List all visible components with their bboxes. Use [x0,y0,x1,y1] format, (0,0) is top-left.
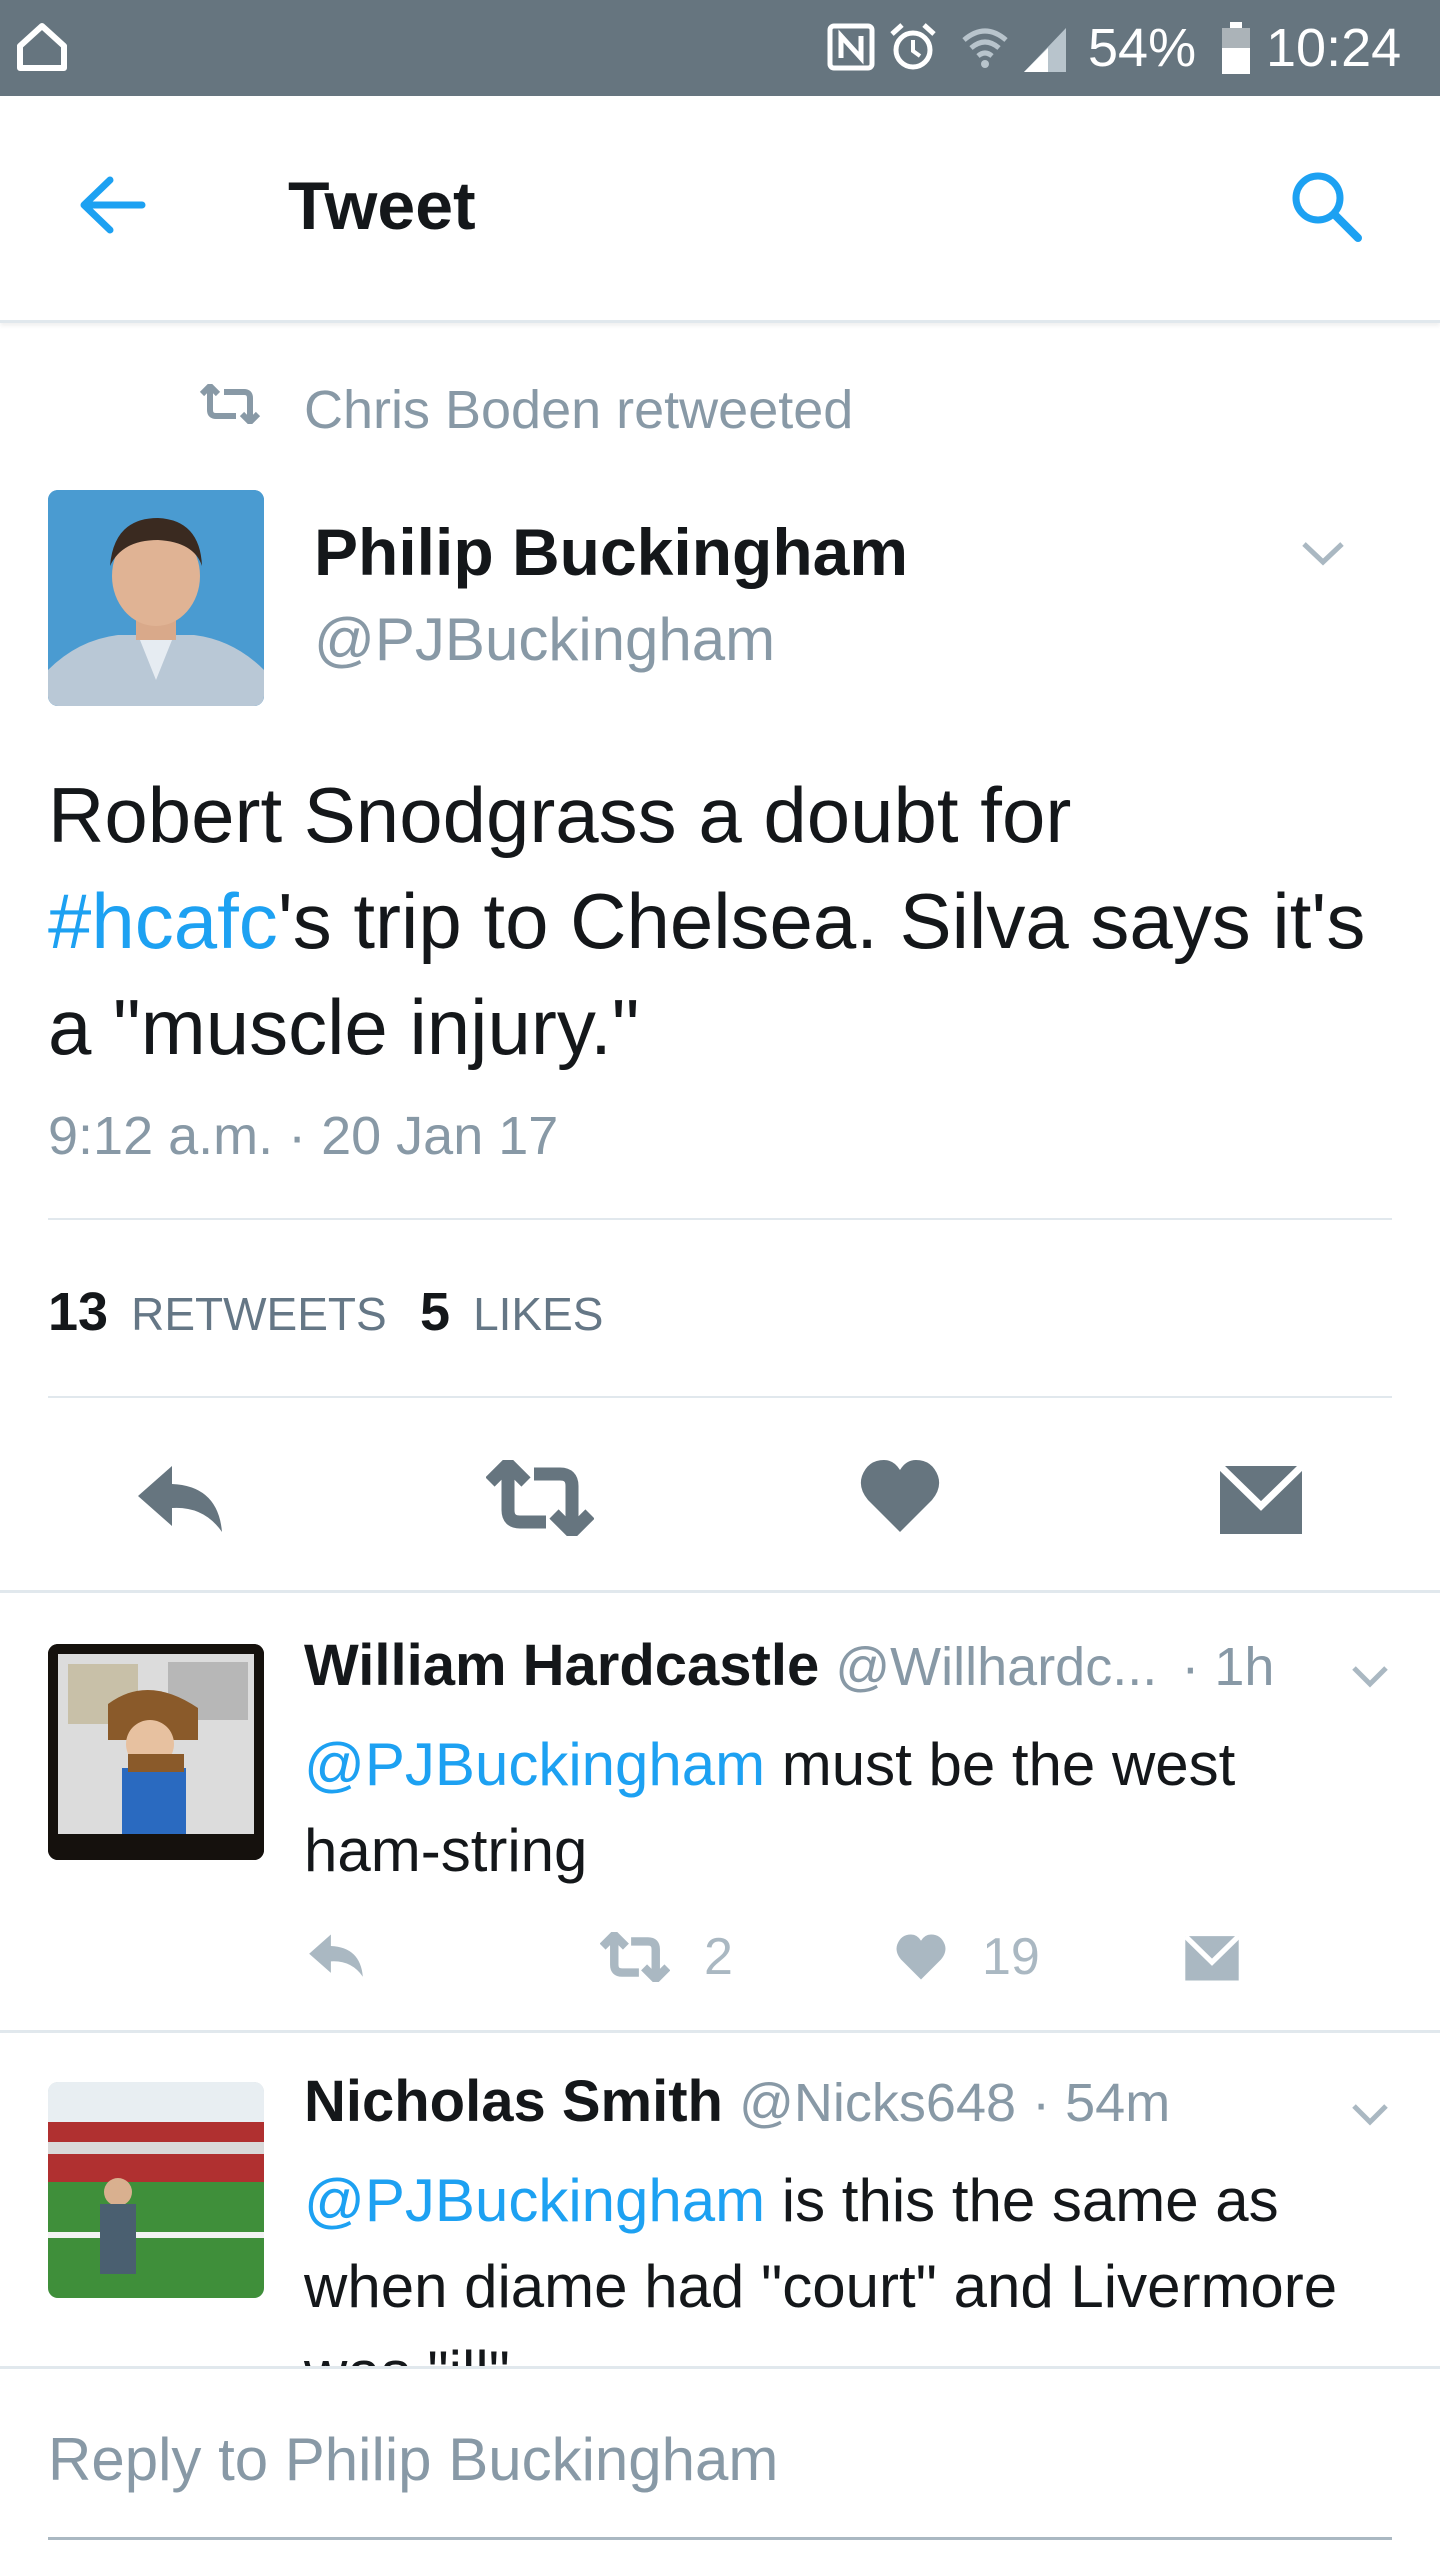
reply-icon[interactable] [134,1462,226,1534]
clock: 10:24 [1266,18,1402,78]
battery-percent: 54% [1088,18,1197,78]
author-avatar[interactable] [48,490,264,706]
divider [48,1218,1392,1220]
portrait-image [48,490,264,706]
signal-icon [1024,28,1066,72]
chevron-down-icon[interactable] [1350,1664,1390,1690]
tweet-text-fragment: 's trip to Chelsea. Silva says it's [277,877,1366,965]
battery-icon [1222,22,1250,74]
nfc-icon [827,23,875,71]
reply-author-name[interactable]: William Hardcastle [304,1633,819,1698]
page-title: Tweet [288,168,476,244]
likes-label: LIKES [473,1288,604,1340]
reply-header: Nicholas Smith @Nicks648 · 54m [304,2068,1170,2137]
reply-author-name[interactable]: Nicholas Smith [304,2069,723,2134]
like-heart-icon[interactable] [858,1456,942,1536]
reply-avatar-image [48,2082,264,2298]
reply-text-line: was "ill" [304,2330,1434,2368]
reply-like-count: 19 [982,1928,1040,1986]
retweets-label: RETWEETS [131,1288,387,1340]
reply-composer: Reply to Philip Buckingham [0,2366,1440,2563]
reply-retweet-count: 2 [704,1928,733,1986]
mention-link[interactable]: @PJBuckingham [304,1731,765,1798]
home-outline-icon [17,23,67,71]
retweets-count: 13 [48,1282,109,1342]
reply-text: @PJBuckingham must be the west ham-strin… [304,1722,1404,1894]
reply-author-handle[interactable]: @Nicks648 [739,2073,1016,2133]
chevron-down-icon[interactable] [1300,538,1346,568]
reply-input-underline [48,2537,1392,2540]
hashtag-link[interactable]: #hcafc [48,877,278,965]
tweet-text: Robert Snodgrass a doubt for #hcafc's tr… [48,762,1408,1080]
retweet-icon[interactable] [600,1932,670,1982]
reply-avatar-image [48,1644,264,1860]
tweet-timestamp: 9:12 a.m. · 20 Jan 17 [48,1106,559,1166]
reply-text-line: @PJBuckingham is this the same as [304,2158,1434,2244]
reply-text-line: ham-string [304,1817,588,1884]
reply-time: · 54m [1032,2073,1171,2133]
reply-text-line: @PJBuckingham must be the west [304,1722,1404,1808]
tweet-text-line: #hcafc's trip to Chelsea. Silva says it'… [48,868,1408,974]
reply-header: William Hardcastle @Willhardc... · 1h [304,1632,1274,1701]
chevron-down-icon[interactable] [1350,2102,1390,2128]
mention-link[interactable]: @PJBuckingham [304,2167,765,2234]
main-tweet: Chris Boden retweeted Philip Buckingham … [0,326,1440,1592]
likes-count: 5 [420,1282,451,1342]
reply-author-handle[interactable]: @Willhardc... [835,1637,1157,1697]
reply-icon[interactable] [306,1932,366,1978]
search-icon[interactable] [1288,168,1364,244]
tweet-text-line: Robert Snodgrass a doubt for [48,771,1072,859]
direct-message-icon[interactable] [1184,1932,1240,1982]
top-app-bar: Tweet [0,96,1440,323]
tweet-text-line: a "muscle injury." [48,983,640,1071]
divider [48,1396,1392,1398]
reply-avatar[interactable] [48,2082,264,2298]
likes-stat[interactable]: 5 LIKES [420,1280,603,1346]
reply-tweet[interactable]: William Hardcastle @Willhardc... · 1h @P… [0,1592,1440,2030]
author-name[interactable]: Philip Buckingham [314,512,908,592]
reply-text-line: when diame had "court" and Livermore [304,2253,1338,2320]
retweet-icon[interactable] [486,1460,594,1536]
direct-message-icon[interactable] [1218,1460,1304,1536]
reply-text-fragment: is this the same as [765,2167,1279,2234]
back-arrow-icon[interactable] [76,172,148,238]
reply-time: · 1h [1181,1637,1275,1697]
like-heart-icon[interactable] [894,1932,948,1982]
alarm-icon [890,23,936,70]
reply-avatar[interactable] [48,1644,264,1860]
retweet-icon [199,384,261,424]
author-handle[interactable]: @PJBuckingham [314,604,775,676]
wifi-icon [962,28,1008,68]
retweeted-by-label[interactable]: Chris Boden retweeted [304,378,853,442]
reply-input[interactable]: Reply to Philip Buckingham [48,2423,778,2497]
reply-text-fragment: must be the west [765,1731,1236,1798]
status-bar: 54% 10:24 [0,0,1440,96]
retweets-stat[interactable]: 13 RETWEETS [48,1280,387,1346]
reply-tweet[interactable]: Nicholas Smith @Nicks648 · 54m @PJBuckin… [0,2032,1440,2368]
reply-text: @PJBuckingham is this the same as when d… [304,2158,1434,2368]
